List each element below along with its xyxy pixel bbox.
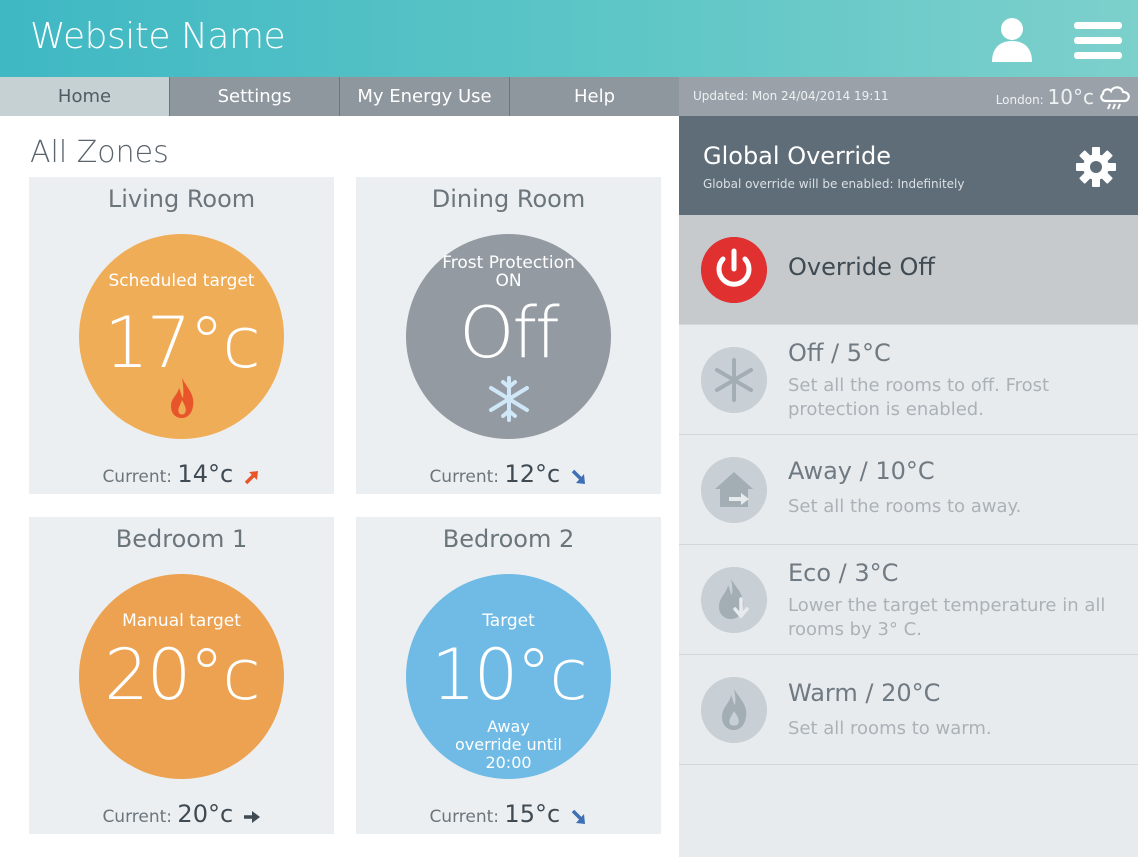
global-override-header: Global Override Global override will be … — [679, 116, 1138, 215]
current-value: 20°c — [177, 800, 234, 828]
override-option-away[interactable]: Away / 10°C Set all the rooms to away. — [679, 435, 1138, 545]
zone-temp-dial[interactable]: Target 10°c Away override until 20:00 — [406, 574, 611, 779]
option-title: Away / 10°C — [788, 457, 935, 485]
flame-icon — [171, 378, 194, 418]
current-label: Current: — [429, 807, 500, 827]
override-option-eco[interactable]: Eco / 3°C Lower the target temperature i… — [679, 545, 1138, 655]
site-name[interactable]: Website Name — [30, 16, 286, 57]
trend-up-arrow-icon — [244, 471, 258, 485]
trend-steady-arrow-icon — [243, 811, 260, 823]
flame-icon — [701, 677, 767, 743]
zone-mode-label: Frost Protection ON — [442, 253, 575, 291]
zone-target-temp: 10°c — [431, 634, 588, 716]
zone-current-temp: Current: 15°c — [356, 800, 661, 828]
rain-cloud-icon — [1100, 86, 1130, 110]
user-icon[interactable] — [988, 16, 1036, 62]
global-override-panel: Global Override Global override will be … — [679, 116, 1138, 857]
current-label: Current: — [429, 467, 500, 487]
zone-current-temp: Current: 20°c — [29, 800, 334, 828]
option-description: Lower the target temperature in all room… — [788, 595, 1106, 640]
current-value: 12°c — [504, 460, 561, 488]
zone-temp-dial[interactable]: Manual target 20°c — [79, 574, 284, 779]
current-value: 15°c — [504, 800, 561, 828]
trend-down-arrow-icon — [571, 469, 585, 484]
snowflake-icon — [701, 347, 767, 413]
option-title: Eco / 3°C — [788, 559, 899, 587]
override-option-off[interactable]: Override Off — [679, 215, 1138, 325]
page-title: All Zones — [30, 135, 169, 170]
option-description: Set all the rooms to away. — [788, 496, 1022, 517]
eco-flame-icon — [701, 567, 767, 633]
tab-help[interactable]: Help — [510, 77, 679, 116]
updated-timestamp: Updated: Mon 24/04/2014 19:11 — [693, 89, 889, 103]
snowflake-icon — [489, 376, 529, 422]
option-title: Warm / 20°C — [788, 679, 941, 707]
main-nav: Home Settings My Energy Use Help — [0, 77, 679, 116]
weather-temp: 10°c — [1047, 85, 1094, 109]
current-value: 14°c — [177, 460, 234, 488]
zone-card-dining-room[interactable]: Dining Room Frost Protection ON Off Curr… — [356, 177, 661, 494]
weather-readout: London: 10°c — [996, 85, 1094, 109]
zone-current-temp: Current: 14°c — [29, 460, 334, 488]
tab-my-energy-use[interactable]: My Energy Use — [340, 77, 510, 116]
override-option-warm[interactable]: Warm / 20°C Set all rooms to warm. — [679, 655, 1138, 765]
override-option-frost[interactable]: Off / 5°C Set all the rooms to off. Fros… — [679, 325, 1138, 435]
option-description: Set all rooms to warm. — [788, 718, 992, 739]
tab-home[interactable]: Home — [0, 77, 170, 116]
app-header: Website Name — [0, 0, 1138, 77]
away-house-icon — [701, 457, 767, 523]
option-title: Override Off — [788, 253, 935, 281]
zone-override-note: Away override until 20:00 — [455, 717, 562, 772]
zone-card-bedroom-2[interactable]: Bedroom 2 Target 10°c Away override unti… — [356, 517, 661, 834]
global-override-subtitle: Global override will be enabled: Indefin… — [703, 177, 965, 191]
option-description: Set all the rooms to off. Frost protecti… — [788, 375, 1050, 420]
current-label: Current: — [102, 467, 173, 487]
current-label: Current: — [102, 807, 173, 827]
zone-current-temp: Current: 12°c — [356, 460, 661, 488]
zone-name: Dining Room — [431, 185, 586, 213]
option-title: Off / 5°C — [788, 339, 891, 367]
weather-city: London: — [995, 93, 1044, 107]
zone-name: Bedroom 1 — [115, 525, 248, 553]
gear-icon[interactable] — [1075, 146, 1117, 188]
zone-name: Bedroom 2 — [442, 525, 575, 553]
trend-down-arrow-icon — [571, 809, 585, 824]
tab-settings[interactable]: Settings — [170, 77, 340, 116]
zone-target-temp: 17°c — [104, 302, 261, 384]
zone-mode-label: Scheduled target — [108, 271, 255, 291]
zone-temp-dial[interactable]: Scheduled target 17°c — [79, 234, 284, 439]
zone-name: Living Room — [107, 185, 256, 213]
zone-target-temp: Off — [459, 292, 559, 374]
zone-card-bedroom-1[interactable]: Bedroom 1 Manual target 20°c Current: 20… — [29, 517, 334, 834]
zone-target-temp: 20°c — [104, 634, 261, 716]
zone-card-living-room[interactable]: Living Room Scheduled target 17°c Curren… — [29, 177, 334, 494]
power-icon — [701, 237, 767, 303]
status-bar: Updated: Mon 24/04/2014 19:11 London: 10… — [679, 77, 1138, 116]
menu-icon[interactable] — [1072, 20, 1124, 60]
global-override-title: Global Override — [703, 142, 892, 170]
zone-mode-label: Manual target — [122, 611, 241, 631]
zone-mode-label: Target — [482, 611, 535, 631]
zone-temp-dial[interactable]: Frost Protection ON Off — [406, 234, 611, 439]
